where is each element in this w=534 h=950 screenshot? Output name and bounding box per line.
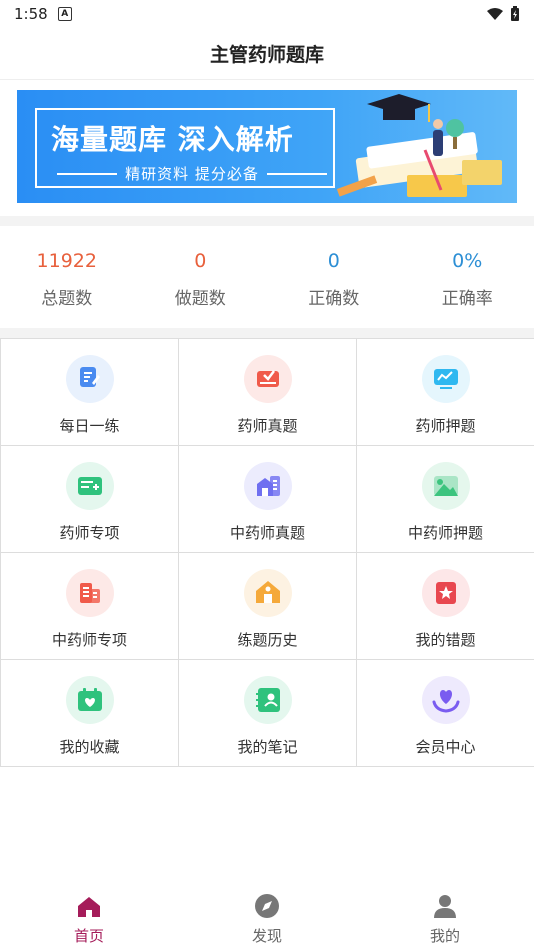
grid-item[interactable]: 中药师真题 — [179, 446, 357, 553]
monitor-icon — [421, 355, 470, 403]
stat-label: 总题数 — [41, 289, 93, 309]
status-time: 1:58 — [14, 5, 48, 23]
page-title: 主管药师题库 — [209, 44, 324, 66]
home-icon — [76, 895, 102, 925]
grid-item-label: 会员中心 — [415, 738, 476, 756]
grid-item[interactable]: 中药师专项 — [1, 553, 179, 660]
grid-item-label: 我的收藏 — [59, 738, 120, 756]
grid-item-label: 药师专项 — [59, 524, 120, 542]
calendar-heart-icon — [65, 676, 114, 724]
grid-item-label: 我的错题 — [415, 631, 476, 649]
books-graduation-cap-illustration — [337, 94, 502, 197]
card-icon — [65, 462, 114, 510]
grid-item[interactable]: 我的错题 — [357, 553, 534, 660]
grid-item[interactable]: 我的笔记 — [179, 660, 357, 767]
stat-item: 0 正确数 — [267, 226, 401, 328]
stat-value: 11922 — [36, 250, 97, 272]
tab-label: 首页 — [73, 927, 104, 945]
stat-item: 11922 总题数 — [0, 226, 134, 328]
heart-hands-icon — [421, 676, 470, 724]
grid-item-label: 练题历史 — [237, 631, 298, 649]
grid-item-label: 药师押题 — [415, 417, 476, 435]
house-icon — [243, 569, 292, 617]
grid-item[interactable]: 药师押题 — [357, 339, 534, 446]
grid-item-label: 中药师押题 — [407, 524, 483, 542]
landscape-icon — [421, 462, 470, 510]
banner-subline: 精研资料 提分必备 — [125, 165, 259, 183]
office-icon — [65, 569, 114, 617]
tab-label: 我的 — [429, 927, 460, 945]
grid-item-label: 每日一练 — [59, 417, 120, 435]
banner-line-right — [266, 172, 327, 175]
grid-item[interactable]: 中药师押题 — [357, 446, 534, 553]
pencil-note-icon — [65, 355, 114, 403]
grid-item[interactable]: 会员中心 — [357, 660, 534, 767]
tab-compass[interactable]: 发现 — [178, 890, 356, 950]
contact-book-icon — [243, 676, 292, 724]
promo-banner[interactable]: 海量题库 深入解析 精研资料 提分必备 — [17, 90, 517, 203]
section-divider-1 — [0, 216, 534, 226]
section-divider-2 — [0, 328, 534, 338]
banner-headline: 海量题库 深入解析 — [51, 123, 294, 156]
star-box-icon — [421, 569, 470, 617]
person-icon — [433, 893, 457, 925]
status-right — [486, 6, 520, 22]
stat-item: 0% 正确率 — [401, 226, 534, 328]
tab-person[interactable]: 我的 — [356, 890, 534, 950]
grid-item-label: 我的笔记 — [237, 738, 298, 756]
status-bar: 1:58 A — [0, 0, 534, 28]
wifi-icon — [487, 8, 503, 20]
building-icon — [243, 462, 292, 510]
stat-label: 正确率 — [441, 289, 493, 309]
stat-item: 0 做题数 — [134, 226, 268, 328]
stat-label: 正确数 — [308, 289, 360, 309]
grid-item-label: 中药师真题 — [229, 524, 305, 542]
grid-item-label: 中药师专项 — [51, 631, 127, 649]
envelope-icon — [243, 355, 292, 403]
app-header: 主管药师题库 — [0, 28, 534, 80]
stat-value: 0% — [452, 250, 483, 272]
grid-item-label: 药师真题 — [237, 417, 298, 435]
stat-value: 0 — [194, 250, 207, 272]
banner-line-left — [57, 172, 118, 175]
grid-item[interactable]: 每日一练 — [1, 339, 179, 446]
grid-item[interactable]: 我的收藏 — [1, 660, 179, 767]
stats-row: 11922 总题数 0 做题数 0 正确数 0% 正确率 — [0, 226, 534, 328]
banner-subline-wrap: 精研资料 提分必备 — [57, 163, 327, 184]
grid-item[interactable]: 药师真题 — [179, 339, 357, 446]
feature-grid: 每日一练 药师真题 药师押题药师专项 中药师真题 中药师押题中药师专项 练题历史 我的错题我… — [0, 338, 534, 767]
tab-home[interactable]: 首页 — [0, 890, 178, 950]
stat-value: 0 — [327, 250, 340, 272]
battery-icon — [511, 6, 519, 21]
grid-item[interactable]: 药师专项 — [1, 446, 179, 553]
stat-label: 做题数 — [174, 289, 226, 309]
compass-icon — [254, 893, 280, 925]
tab-label: 发现 — [251, 927, 282, 945]
bottom-tab-bar: 首页 发现 我的 — [0, 890, 534, 950]
notification-icon: A — [57, 7, 72, 21]
grid-item[interactable]: 练题历史 — [179, 553, 357, 660]
